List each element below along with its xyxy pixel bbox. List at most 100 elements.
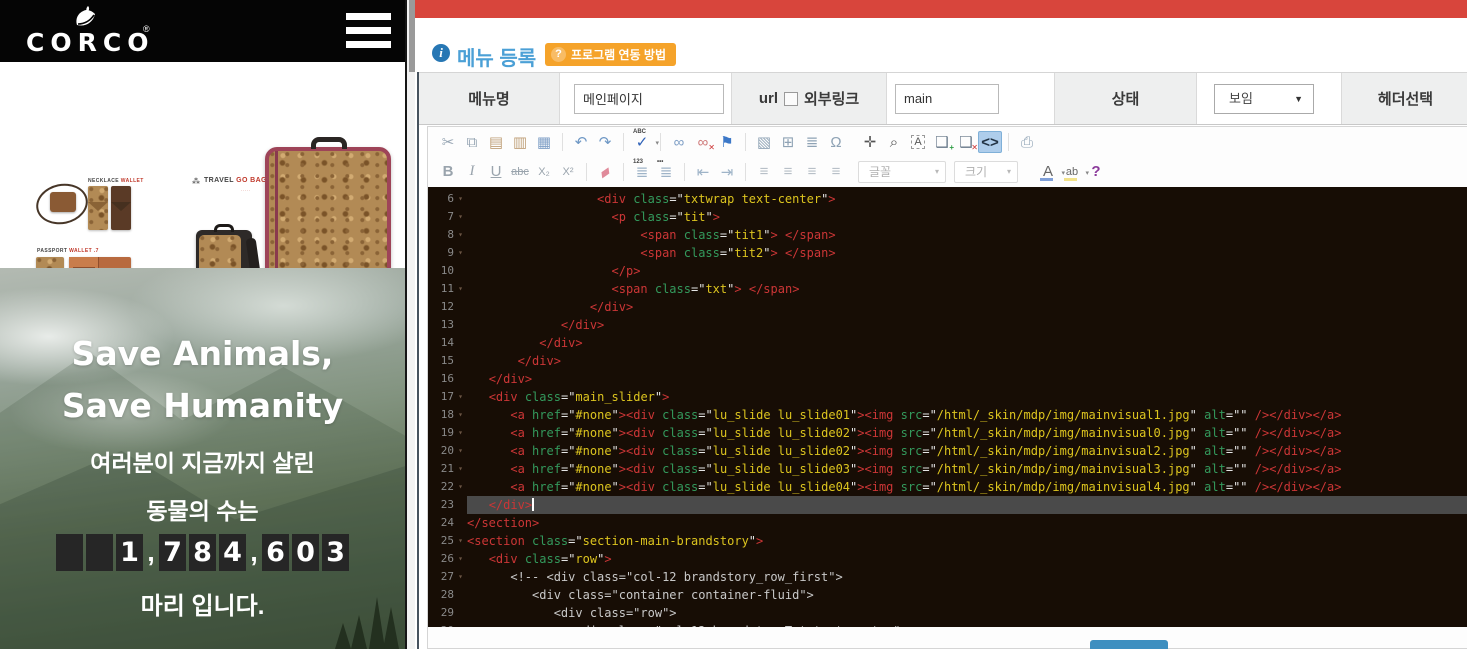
spell-check-icon[interactable]: ✓ABC▾ — [630, 131, 654, 153]
fold-arrow-icon[interactable]: ▾ — [454, 208, 467, 226]
size-select[interactable]: 크기▾ — [954, 161, 1018, 183]
fold-arrow-icon[interactable]: ▾ — [454, 280, 467, 298]
align-justify-icon[interactable]: ≡ — [824, 161, 848, 183]
image-icon[interactable]: ▧ — [752, 131, 776, 153]
align-right-icon[interactable]: ≡ — [800, 161, 824, 183]
subscript-icon[interactable]: X₂ — [532, 161, 556, 183]
fold-arrow-icon[interactable]: ▾ — [454, 460, 467, 478]
code-line[interactable]: 7▾ <p class="tit"> — [428, 208, 1467, 226]
registered-mark: ® — [143, 24, 150, 34]
undo-icon[interactable]: ↶ — [569, 131, 593, 153]
source-code-area[interactable]: 6▾ <div class="txtwrap text-center">7▾ <… — [428, 187, 1467, 627]
superscript-icon[interactable]: X² — [556, 161, 580, 183]
fold-arrow-icon[interactable]: ▾ — [454, 478, 467, 496]
line-number: 12 — [428, 298, 454, 316]
chevron-down-icon: ▾ — [1007, 162, 1011, 182]
indent-icon[interactable]: ⇥ — [715, 161, 739, 183]
code-line[interactable]: 13 </div> — [428, 316, 1467, 334]
code-line[interactable]: 27▾ <!-- <div class="col-12 brandstory_r… — [428, 568, 1467, 586]
paste-as-text-icon[interactable]: ▥ — [508, 131, 532, 153]
fold-arrow-icon[interactable]: ▾ — [454, 406, 467, 424]
special-char-icon[interactable]: Ω — [824, 131, 848, 153]
code-line[interactable]: 8▾ <span class="tit1"> </span> — [428, 226, 1467, 244]
remove-format-icon[interactable]: ▰ — [593, 161, 617, 183]
fold-gutter — [454, 622, 467, 627]
paste-icon[interactable]: ▤ — [484, 131, 508, 153]
italic-icon[interactable]: I — [460, 161, 484, 183]
save-button[interactable]: 저장하기 — [1090, 640, 1168, 649]
preview-scrollbar[interactable] — [405, 0, 415, 649]
code-line[interactable]: 9▾ <span class="tit2"> </span> — [428, 244, 1467, 262]
code-line[interactable]: 26▾ <div class="row"> — [428, 550, 1467, 568]
menu-name-input[interactable] — [574, 84, 724, 114]
horizontal-line-icon[interactable]: ≣ — [800, 131, 824, 153]
link-icon[interactable]: ∞ — [667, 131, 691, 153]
fold-arrow-icon[interactable]: ▾ — [454, 244, 467, 262]
align-center-icon[interactable]: ≡ — [776, 161, 800, 183]
insert-template-icon[interactable]: ❑+ — [930, 131, 954, 153]
align-left-icon[interactable]: ≡ — [752, 161, 776, 183]
line-number: 7 — [428, 208, 454, 226]
line-number: 11 — [428, 280, 454, 298]
numbered-list-icon[interactable]: ≣123 — [630, 161, 654, 183]
code-line[interactable]: 30 <div class="col-12 brandstoryTxt text… — [428, 622, 1467, 627]
code-line[interactable]: 23 </div> — [428, 496, 1467, 514]
status-select[interactable]: 보임 ▼ — [1214, 84, 1314, 114]
underline-icon[interactable]: U — [484, 161, 508, 183]
print-icon[interactable]: ⎙ — [1015, 131, 1039, 153]
code-line[interactable]: 17▾ <div class="main_slider"> — [428, 388, 1467, 406]
url-input[interactable] — [895, 84, 999, 114]
code-line[interactable]: 25▾<section class="section-main-brandsto… — [428, 532, 1467, 550]
bold-icon[interactable]: B — [436, 161, 460, 183]
corco-logo[interactable]: CORCO ® — [26, 6, 156, 58]
help-icon[interactable]: ? — [1084, 161, 1108, 183]
code-line[interactable]: 10 </p> — [428, 262, 1467, 280]
code-line[interactable]: 11▾ <span class="txt"> </span> — [428, 280, 1467, 298]
select-all-icon[interactable]: A — [906, 131, 930, 153]
paste-from-word-icon[interactable]: ▦ — [532, 131, 556, 153]
fold-arrow-icon[interactable]: ▾ — [454, 568, 467, 586]
fold-arrow-icon[interactable]: ▾ — [454, 550, 467, 568]
copy-icon[interactable]: ⧉ — [460, 131, 484, 153]
code-line[interactable]: 21▾ <a href="#none"><div class="lu_slide… — [428, 460, 1467, 478]
code-line[interactable]: 18▾ <a href="#none"><div class="lu_slide… — [428, 406, 1467, 424]
program-link-help-button[interactable]: ?프로그램 연동 방법 — [545, 43, 676, 66]
remove-template-icon[interactable]: ❑✕ — [954, 131, 978, 153]
fold-arrow-icon[interactable]: ▾ — [454, 388, 467, 406]
highlight-color-icon[interactable]: ab▾ — [1060, 161, 1084, 183]
external-link-checkbox[interactable] — [784, 92, 798, 106]
code-line[interactable]: 20▾ <a href="#none"><div class="lu_slide… — [428, 442, 1467, 460]
text-color-icon[interactable]: A▾ — [1036, 161, 1060, 183]
bulleted-list-icon[interactable]: ≣••• — [654, 161, 678, 183]
code-line[interactable]: 14 </div> — [428, 334, 1467, 352]
redo-icon[interactable]: ↷ — [593, 131, 617, 153]
find-icon[interactable]: ⌕ — [882, 131, 906, 153]
hamburger-menu-icon[interactable] — [346, 13, 391, 49]
code-line[interactable]: 6▾ <div class="txtwrap text-center"> — [428, 190, 1467, 208]
source-icon[interactable]: <> — [978, 131, 1002, 153]
counter-separator: , — [146, 537, 156, 568]
table-icon[interactable]: ⊞ — [776, 131, 800, 153]
unlink-icon[interactable]: ∞✕ — [691, 131, 715, 153]
strikethrough-icon[interactable]: abc — [508, 161, 532, 183]
code-line[interactable]: 29 <div class="row"> — [428, 604, 1467, 622]
fold-arrow-icon[interactable]: ▾ — [454, 424, 467, 442]
fold-arrow-icon[interactable]: ▾ — [454, 226, 467, 244]
code-line[interactable]: 19▾ <a href="#none"><div class="lu_slide… — [428, 424, 1467, 442]
anchor-flag-icon[interactable]: ⚑ — [715, 131, 739, 153]
fold-arrow-icon[interactable]: ▾ — [454, 532, 467, 550]
code-line[interactable]: 28 <div class="container container-fluid… — [428, 586, 1467, 604]
fold-arrow-icon[interactable]: ▾ — [454, 442, 467, 460]
fold-arrow-icon[interactable]: ▾ — [454, 190, 467, 208]
code-line[interactable]: 15 </div> — [428, 352, 1467, 370]
code-line[interactable]: 12 </div> — [428, 298, 1467, 316]
cut-icon[interactable]: ✂ — [436, 131, 460, 153]
product-slider[interactable]: NECKLACE WALLET PASSPORT WALLET .7 ⁂ TRA… — [0, 62, 405, 268]
code-line[interactable]: 24</section> — [428, 514, 1467, 532]
fold-gutter — [454, 370, 467, 388]
outdent-icon[interactable]: ⇤ — [691, 161, 715, 183]
font-select[interactable]: 글꼴▾ — [858, 161, 946, 183]
maximize-icon[interactable]: ✛ — [858, 131, 882, 153]
code-line[interactable]: 22▾ <a href="#none"><div class="lu_slide… — [428, 478, 1467, 496]
code-line[interactable]: 16 </div> — [428, 370, 1467, 388]
